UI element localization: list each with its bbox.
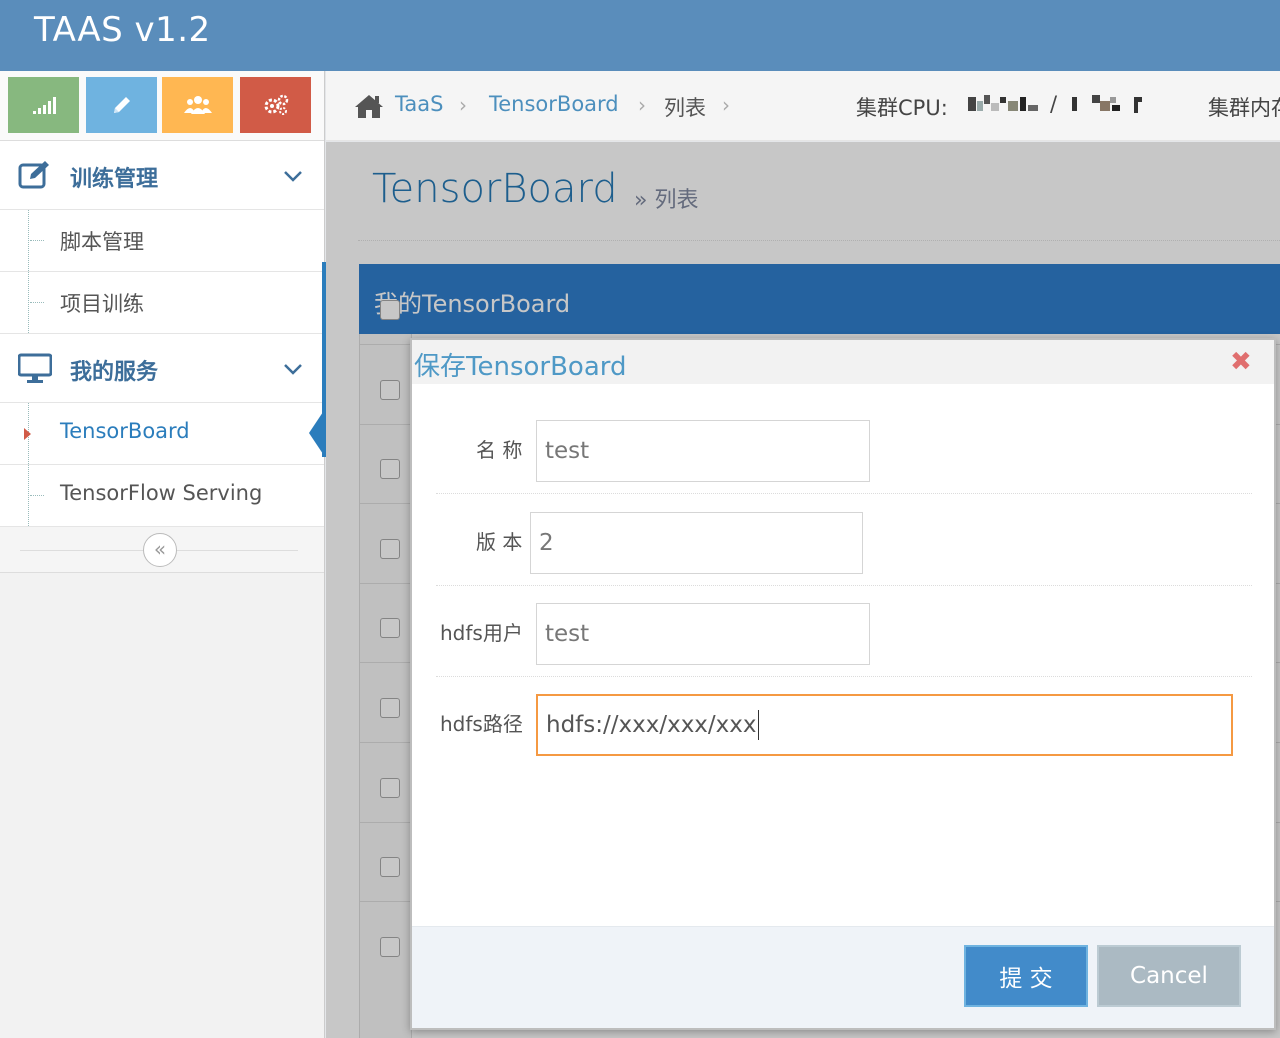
form-row-name: 名 称 test — [436, 402, 1252, 494]
sidebar-group-services[interactable]: 我的服务 — [0, 334, 324, 403]
tree-line — [28, 210, 29, 271]
top-navbar: TAAS v1.2 — [0, 0, 1280, 71]
form-row-hdfs-user: hdfs用户 test — [436, 585, 1252, 677]
chevron-down-icon — [284, 364, 302, 375]
sidebar-shortcuts — [0, 71, 324, 141]
cluster-separator: / — [1050, 92, 1058, 116]
shortcut-settings-button[interactable] — [240, 77, 311, 133]
chevron-right-icon: › — [459, 93, 467, 117]
dialog-title: 保存TensorBoard — [414, 352, 627, 382]
breadcrumb: TaaS › TensorBoard › 列表 › 集群CPU: / 集群内存 — [326, 71, 1280, 141]
home-icon[interactable] — [354, 93, 384, 119]
submit-button[interactable]: 提 交 — [964, 945, 1088, 1007]
cluster-cpu-label: 集群CPU: — [856, 96, 948, 120]
sidebar-item-label: 项目训练 — [60, 292, 144, 316]
breadcrumb-tensorboard-link[interactable]: TensorBoard — [489, 92, 619, 116]
chevron-right-icon: › — [638, 93, 646, 117]
tree-branch — [30, 495, 44, 496]
form-row-hdfs-path: hdfs路径 hdfs://xxx/xxx/xxx — [436, 676, 1252, 768]
desktop-icon — [18, 353, 52, 383]
redacted-value-icon — [1072, 95, 1142, 113]
text-cursor — [757, 710, 759, 740]
cluster-memory-label: 集群内存 — [1208, 96, 1280, 120]
shortcut-users-button[interactable] — [162, 77, 233, 133]
chevron-right-icon: › — [722, 93, 730, 117]
users-icon — [183, 96, 212, 114]
sidebar-active-pointer — [309, 412, 323, 454]
sidebar-submenu-services: TensorBoard TensorFlow Serving — [0, 403, 324, 527]
version-label: 版 本 — [476, 530, 523, 554]
edit-icon — [18, 161, 49, 189]
app-title[interactable]: TAAS v1.2 — [34, 10, 211, 50]
sidebar-group-training[interactable]: 训练管理 — [0, 141, 324, 210]
sidebar-item-label: TensorFlow Serving — [60, 481, 263, 505]
breadcrumb-current: 列表 — [664, 96, 706, 120]
sidebar-group-label: 训练管理 — [70, 167, 159, 192]
sidebar: 训练管理 脚本管理 项目训练 我的服务 TensorBoard TensorFl… — [0, 71, 325, 1038]
save-tensorboard-dialog: 保存TensorBoard ✖ 名 称 test 版 本 2 hdfs用户 te… — [410, 338, 1276, 1030]
tree-branch — [30, 302, 44, 303]
hdfs-path-label: hdfs路径 — [440, 712, 523, 736]
shortcut-edit-button[interactable] — [86, 77, 157, 133]
caret-right-icon — [24, 428, 31, 440]
dialog-footer: 提 交 Cancel — [412, 926, 1274, 1028]
sidebar-item-label: 脚本管理 — [60, 230, 144, 254]
sidebar-item-label: TensorBoard — [60, 419, 190, 443]
hdfs-user-label: hdfs用户 — [440, 621, 523, 645]
redacted-value-icon — [968, 95, 1038, 111]
sidebar-item-tensorboard[interactable]: TensorBoard — [0, 403, 324, 465]
sidebar-collapse-row: « — [0, 527, 324, 573]
sidebar-group-label: 我的服务 — [70, 360, 159, 385]
breadcrumb-taas-link[interactable]: TaaS — [395, 92, 443, 116]
cancel-button[interactable]: Cancel — [1097, 945, 1241, 1007]
shortcut-stats-button[interactable] — [8, 77, 79, 133]
chevron-down-icon — [284, 171, 302, 182]
hdfs-path-value: hdfs://xxx/xxx/xxx — [546, 712, 757, 738]
sidebar-item-project-training[interactable]: 项目训练 — [0, 272, 324, 334]
tree-branch — [30, 240, 44, 241]
double-angle-left-icon[interactable]: « — [143, 533, 177, 567]
name-label: 名 称 — [476, 438, 523, 462]
hdfs-path-field[interactable]: hdfs://xxx/xxx/xxx — [536, 694, 1233, 756]
signal-icon — [32, 97, 56, 114]
sidebar-submenu-training: 脚本管理 项目训练 — [0, 210, 324, 334]
hdfs-user-field[interactable]: test — [536, 603, 870, 665]
sidebar-item-scripts[interactable]: 脚本管理 — [0, 210, 324, 272]
close-icon[interactable]: ✖ — [1230, 349, 1252, 375]
tree-line — [28, 465, 29, 526]
tree-line — [28, 272, 29, 333]
sidebar-item-tensorflow-serving[interactable]: TensorFlow Serving — [0, 465, 324, 527]
form-row-version: 版 本 2 — [436, 494, 1252, 586]
dialog-header: 保存TensorBoard ✖ — [412, 340, 1274, 384]
pencil-icon — [113, 97, 130, 113]
version-field[interactable]: 2 — [530, 512, 863, 574]
name-field[interactable]: test — [536, 420, 870, 482]
cogs-icon — [264, 94, 288, 115]
